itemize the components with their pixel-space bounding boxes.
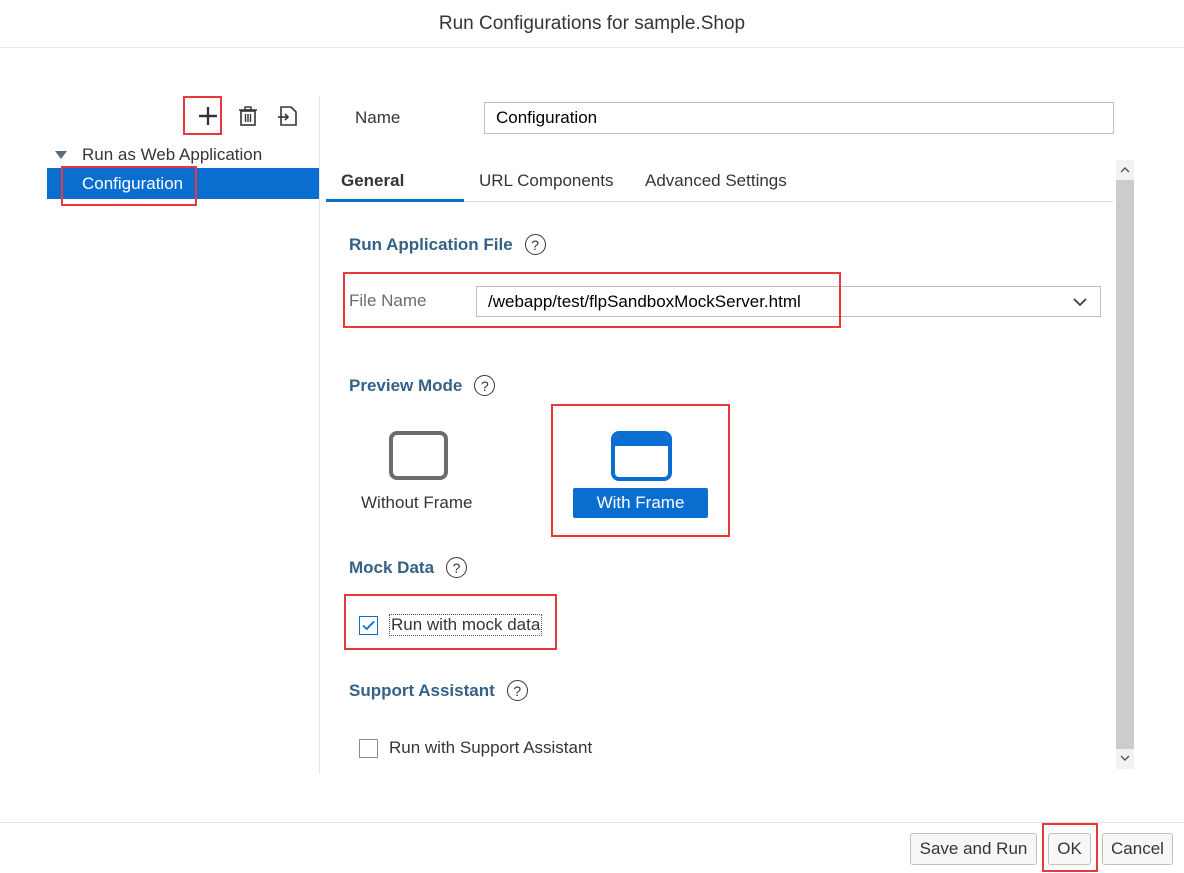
chevron-down-icon xyxy=(1120,755,1130,761)
add-configuration-button[interactable] xyxy=(196,104,220,128)
tab-url-components[interactable]: URL Components xyxy=(479,160,614,202)
checkmark-icon xyxy=(362,620,375,630)
tab-label: URL Components xyxy=(479,171,614,190)
tab-general[interactable]: General xyxy=(341,160,404,202)
caret-down-icon[interactable] xyxy=(55,151,67,159)
tab-label: Advanced Settings xyxy=(645,171,787,190)
button-label: OK xyxy=(1057,839,1082,858)
help-icon[interactable]: ? xyxy=(524,234,546,255)
section-title: Support Assistant xyxy=(349,680,495,700)
button-label: Cancel xyxy=(1111,839,1164,858)
ok-button[interactable]: OK xyxy=(1048,833,1091,865)
section-mock-data: Mock Data ? xyxy=(349,557,468,578)
checkbox-label: Run with Support Assistant xyxy=(389,738,593,757)
file-name-select[interactable]: /webapp/test/flpSandboxMockServer.html xyxy=(476,286,1101,317)
scroll-down-button[interactable] xyxy=(1116,749,1134,767)
help-icon[interactable]: ? xyxy=(506,680,528,701)
help-icon[interactable]: ? xyxy=(474,375,496,396)
help-icon[interactable]: ? xyxy=(446,557,468,578)
name-input[interactable] xyxy=(484,102,1114,134)
configuration-tree-panel: Run as Web Application Configuration xyxy=(47,96,320,774)
delete-configuration-button[interactable] xyxy=(236,104,260,128)
vertical-scrollbar[interactable] xyxy=(1116,160,1134,769)
import-icon xyxy=(278,106,297,126)
scrollbar-thumb[interactable] xyxy=(1116,180,1134,749)
with-frame-label: With Frame xyxy=(596,493,685,512)
tree-item-label: Configuration xyxy=(82,173,184,193)
tree-item-run-as-web-application[interactable]: Run as Web Application xyxy=(47,140,319,170)
section-title: Preview Mode xyxy=(349,375,463,395)
active-tab-indicator xyxy=(326,199,464,202)
tab-bar: General URL Components Advanced Settings xyxy=(326,160,1113,202)
dialog-title-bar: Run Configurations for sample.Shop xyxy=(0,0,1184,48)
run-with-support-assistant-checkbox[interactable]: Run with Support Assistant xyxy=(359,738,592,758)
chevron-up-icon xyxy=(1120,167,1130,173)
without-frame-option[interactable]: Without Frame xyxy=(361,493,472,513)
scroll-up-button[interactable] xyxy=(1116,161,1134,179)
file-name-value: /webapp/test/flpSandboxMockServer.html xyxy=(488,291,801,311)
file-name-label: File Name xyxy=(349,291,427,310)
cancel-button[interactable]: Cancel xyxy=(1102,833,1173,865)
plus-icon xyxy=(199,107,217,125)
name-label: Name xyxy=(355,108,401,127)
section-support-assistant: Support Assistant ? xyxy=(349,680,528,701)
run-with-mock-data-checkbox[interactable]: Run with mock data xyxy=(359,614,543,636)
section-preview-mode: Preview Mode ? xyxy=(349,375,496,396)
section-title: Run Application File xyxy=(349,234,513,254)
checkbox-label: Run with mock data xyxy=(389,614,543,636)
tab-label: General xyxy=(341,171,405,190)
tab-advanced-settings[interactable]: Advanced Settings xyxy=(645,160,787,202)
import-configuration-button[interactable] xyxy=(276,104,300,128)
tree-item-label: Run as Web Application xyxy=(82,145,263,164)
trash-icon xyxy=(239,106,257,126)
with-frame-icon[interactable] xyxy=(611,431,672,481)
section-run-application-file: Run Application File ? xyxy=(349,234,546,255)
chevron-down-icon[interactable] xyxy=(1072,295,1088,309)
section-title: Mock Data xyxy=(349,557,435,577)
checkbox-box[interactable] xyxy=(359,738,378,758)
save-and-run-button[interactable]: Save and Run xyxy=(910,833,1037,865)
checkbox-box[interactable] xyxy=(359,615,378,635)
button-label: Save and Run xyxy=(919,839,1028,858)
tree-item-configuration[interactable]: Configuration xyxy=(47,168,319,199)
dialog-title: Run Configurations for sample.Shop xyxy=(438,12,746,34)
without-frame-icon[interactable] xyxy=(389,431,448,480)
with-frame-option[interactable]: With Frame xyxy=(573,488,708,518)
